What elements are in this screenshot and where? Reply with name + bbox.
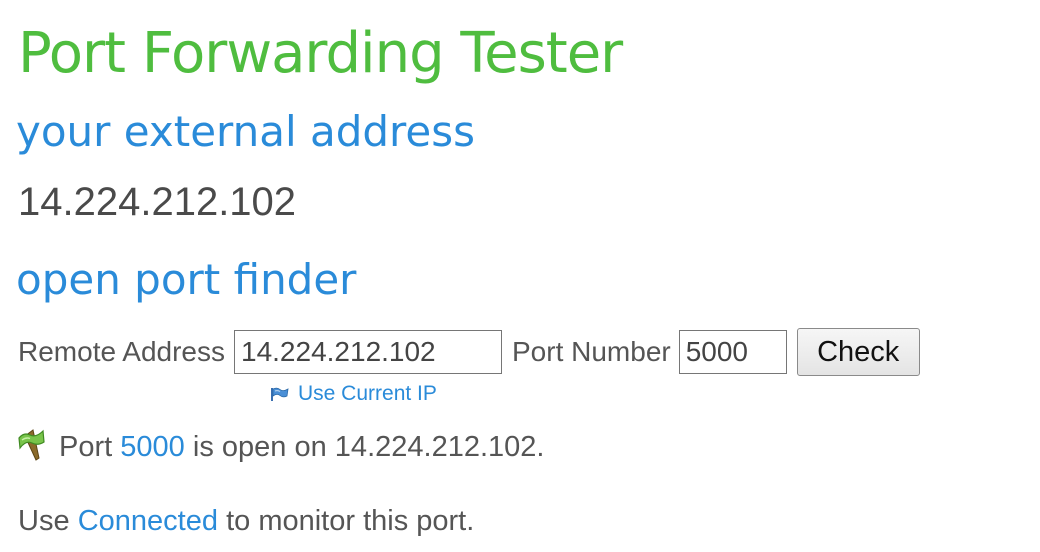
page: Port Forwarding Tester your external add… — [0, 0, 1040, 552]
green-flag-icon — [17, 428, 47, 462]
remote-address-label: Remote Address — [18, 336, 225, 367]
monitor-message: Use Connected to monitor this port. — [18, 500, 474, 542]
connected-link[interactable]: Connected — [78, 505, 218, 538]
use-current-ip-link[interactable]: Use Current IP — [270, 381, 437, 407]
result-suffix: is open on 14.224.212.102. — [192, 430, 545, 463]
port-number-input[interactable] — [678, 330, 787, 374]
result-prefix: Port — [59, 430, 113, 463]
check-button[interactable]: Check — [796, 328, 920, 376]
remote-address-input[interactable] — [234, 330, 502, 374]
port-check-form: Remote Address Port Number Check — [18, 327, 920, 377]
monitor-prefix: Use — [18, 504, 70, 537]
open-port-finder-heading: open port finder — [16, 255, 357, 304]
external-address-heading: your external address — [16, 107, 475, 156]
port-number-label: Port Number — [512, 336, 671, 367]
monitor-suffix: to monitor this port. — [226, 504, 475, 537]
result-port-link[interactable]: 5000 — [120, 431, 185, 464]
page-title: Port Forwarding Tester — [18, 21, 623, 86]
external-ip-value: 14.224.212.102 — [18, 180, 297, 224]
flag-icon — [270, 386, 290, 402]
use-current-ip-label: Use Current IP — [298, 382, 437, 405]
port-result: Port 5000 is open on 14.224.212.102. — [17, 425, 544, 469]
